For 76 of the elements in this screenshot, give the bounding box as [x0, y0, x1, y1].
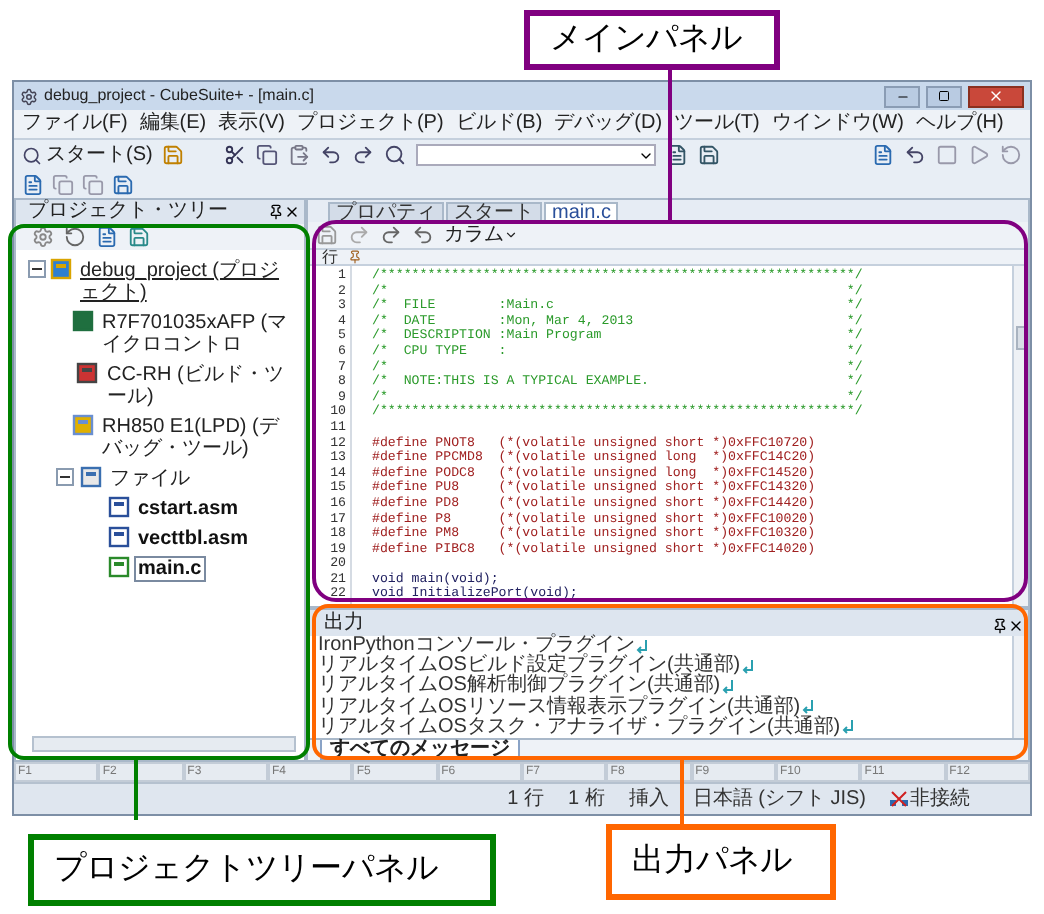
- output-line: リアルタイムOSリソース情報表示プラグイン(共通部): [318, 697, 801, 718]
- project-icon: [72, 414, 94, 436]
- tree-item[interactable]: ファイル: [106, 466, 194, 492]
- close-icon[interactable]: [1008, 618, 1024, 634]
- status-text: 挿入: [628, 789, 669, 809]
- editor-tab[interactable]: プロパティ: [328, 202, 444, 222]
- undo-icon[interactable]: [320, 144, 343, 166]
- scrollbar[interactable]: [32, 736, 296, 752]
- save-all-icon[interactable]: [698, 144, 721, 166]
- callout-label: メインパネル: [524, 10, 780, 70]
- tree-item[interactable]: debug_project (プロジェクト): [76, 258, 300, 306]
- pin-icon[interactable]: [992, 618, 1008, 634]
- restart-icon[interactable]: [1000, 144, 1022, 166]
- redo-icon[interactable]: [352, 144, 375, 166]
- close-button[interactable]: [968, 85, 1024, 107]
- close-icon[interactable]: [284, 204, 300, 220]
- collapse-icon[interactable]: [28, 260, 46, 278]
- output-line: リアルタイムOSタスク・アナライザ・プラグイン(共通部): [318, 717, 841, 738]
- tree-item[interactable]: R7F701035xAFP (マイクロコントロ: [97, 310, 300, 358]
- tree-item[interactable]: vecttbl.asm: [134, 526, 253, 552]
- output-line: リアルタイムOS解析制御プラグイン(共通部): [318, 676, 721, 697]
- menu-item[interactable]: 編集(E): [139, 114, 207, 134]
- tree-item[interactable]: RH850 E1(LPD) (デバッグ・ツール): [98, 414, 300, 462]
- menu-item[interactable]: ファイル(F): [22, 114, 128, 134]
- tree-item[interactable]: main.c: [134, 556, 206, 582]
- menu-item[interactable]: ツール(T): [674, 114, 760, 134]
- close-icon: [988, 88, 1004, 104]
- dropdown-icon: [504, 228, 518, 242]
- tree-item[interactable]: CC-RH (ビルド・ツール): [102, 362, 300, 410]
- ruler-header: 行: [320, 249, 340, 265]
- status-text: 日本語 (シフト JIS): [692, 789, 866, 809]
- maximize-icon: [938, 90, 950, 102]
- callout-label: 出力パネル: [606, 824, 836, 900]
- newline-icon: [636, 639, 649, 654]
- folder-icon: [80, 466, 102, 488]
- menu-item[interactable]: デバッグ(D): [554, 114, 663, 134]
- save-icon[interactable]: [316, 224, 338, 246]
- newline-icon: [742, 659, 755, 674]
- find-icon[interactable]: [384, 144, 407, 166]
- cut-icon[interactable]: [224, 144, 247, 166]
- redo-icon[interactable]: [380, 224, 402, 246]
- editor-tab[interactable]: main.c: [544, 202, 619, 222]
- tree-item[interactable]: cstart.asm: [134, 496, 243, 522]
- file-icon: [108, 496, 130, 518]
- leader-line: [134, 760, 138, 820]
- status-text: 1 行: [507, 789, 544, 809]
- project-icon: [50, 258, 72, 280]
- menu-item[interactable]: プロジェクト(P): [296, 114, 444, 134]
- window-title: debug_project - CubeSuite+ - [main.c]: [44, 88, 314, 104]
- maximize-button[interactable]: [926, 85, 962, 107]
- menu-item[interactable]: ビルド(B): [455, 114, 543, 134]
- callout-label: プロジェクトツリーパネル: [28, 834, 496, 906]
- start-button[interactable]: スタート(S): [22, 145, 153, 165]
- undo-icon[interactable]: [412, 224, 434, 246]
- copy-icon[interactable]: [256, 144, 279, 166]
- file-icon: [108, 556, 130, 578]
- newline-icon: [842, 720, 855, 735]
- paste-icon[interactable]: [288, 144, 311, 166]
- document-icon[interactable]: [666, 144, 689, 166]
- leader-line: [680, 760, 684, 824]
- panel-title: プロジェクト・ツリー: [26, 202, 228, 222]
- status-text: 1 桁: [567, 789, 605, 809]
- pin-icon[interactable]: [268, 204, 284, 220]
- collapse-icon[interactable]: [56, 468, 74, 486]
- menu-item[interactable]: 表示(V): [218, 114, 285, 134]
- menu-item[interactable]: ヘルプ(H): [915, 114, 1004, 134]
- status-text: 非接続: [910, 789, 970, 809]
- panel-title: 出力: [322, 614, 364, 634]
- editor-tab[interactable]: スタート: [446, 202, 542, 222]
- gear-icon: [20, 87, 38, 105]
- connection-icon: [890, 790, 908, 808]
- file-icon: [108, 526, 130, 548]
- newline-icon: [722, 679, 735, 694]
- column-menu[interactable]: カラム: [444, 225, 518, 245]
- menu-item[interactable]: ウインドウ(W): [771, 114, 904, 134]
- newline-icon: [802, 700, 815, 715]
